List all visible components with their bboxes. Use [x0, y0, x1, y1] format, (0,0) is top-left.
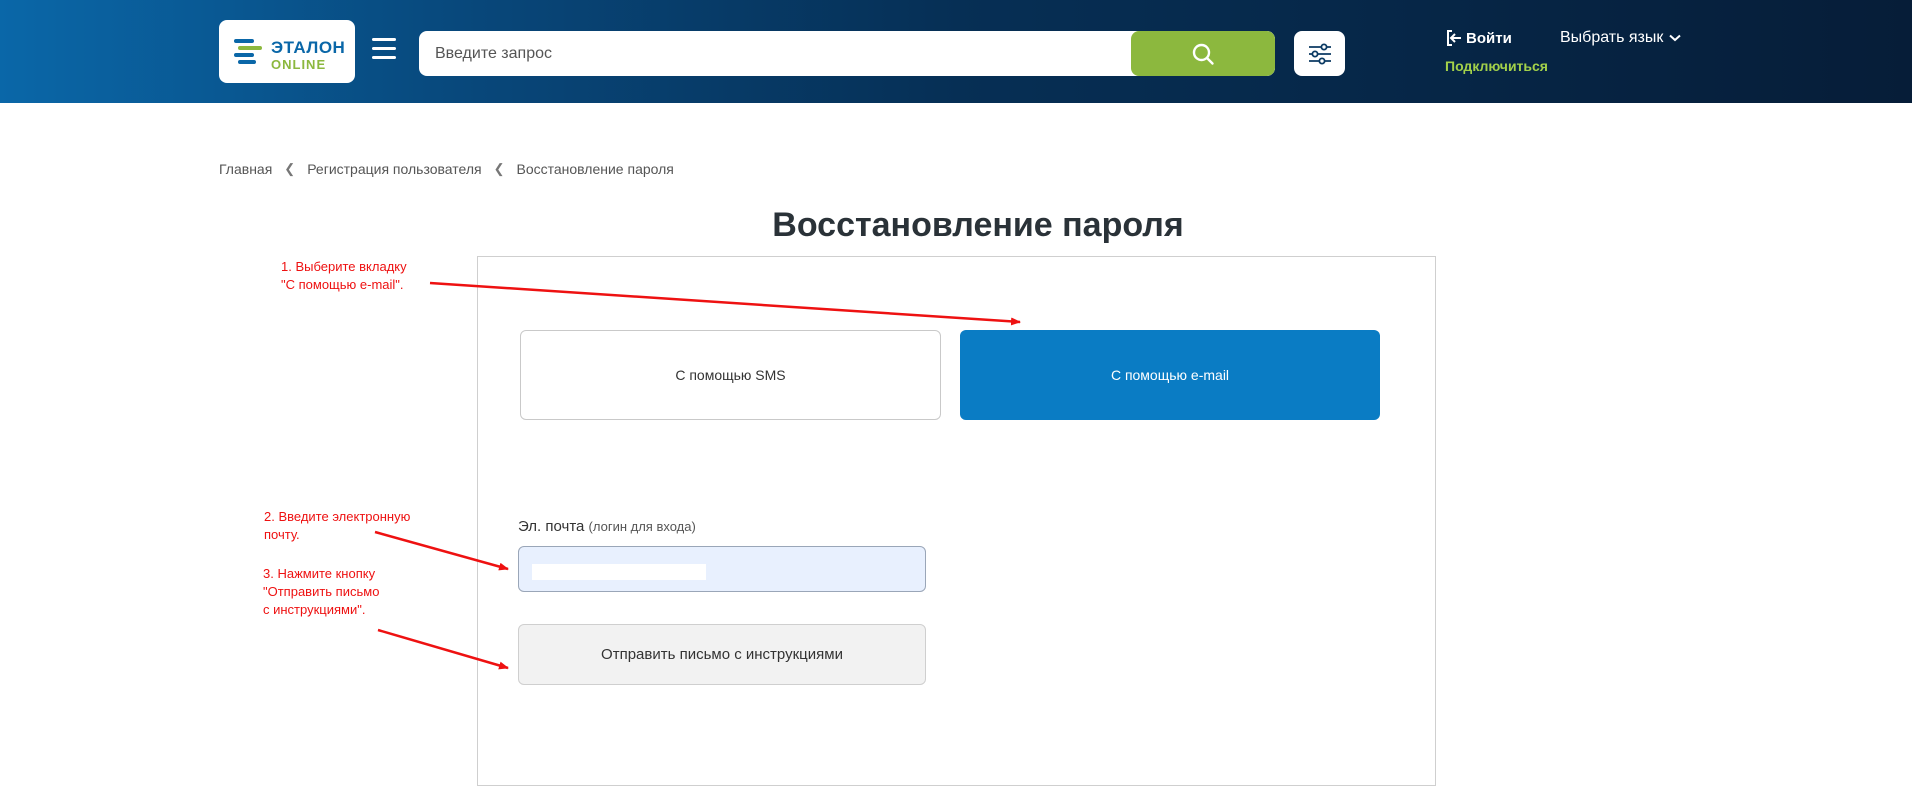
search-button[interactable]: [1131, 31, 1275, 76]
site-header: ЭТАЛОН ONLINE Войти Подкл: [0, 0, 1912, 103]
logo-subtitle: ONLINE: [271, 57, 327, 72]
breadcrumb: Главная ❮ Регистрация пользователя ❮ Вос…: [219, 161, 674, 177]
chevron-left-icon: ❮: [284, 161, 296, 176]
hamburger-icon[interactable]: [372, 38, 396, 60]
email-field[interactable]: [518, 546, 926, 592]
breadcrumb-home[interactable]: Главная: [219, 161, 272, 177]
tab-email[interactable]: С помощью e-mail: [960, 330, 1380, 420]
logo[interactable]: ЭТАЛОН ONLINE: [219, 20, 355, 83]
email-field-label: Эл. почта (логин для входа): [518, 518, 696, 535]
logo-title: ЭТАЛОН: [271, 38, 346, 57]
login-label: Войти: [1466, 29, 1512, 47]
email-label-text: Эл. почта: [518, 518, 585, 535]
sliders-icon: [1308, 43, 1331, 64]
login-arrow-icon: [1447, 30, 1461, 46]
logo-bars-icon: [234, 39, 262, 64]
chevron-down-icon: [1669, 34, 1682, 42]
annotation-step-3: 3. Нажмите кнопку "Отправить письмо с ин…: [263, 566, 380, 617]
breadcrumb-current: Восстановление пароля: [516, 161, 674, 177]
login-link[interactable]: Войти: [1445, 29, 1512, 47]
connect-link[interactable]: Подключиться: [1445, 58, 1548, 74]
breadcrumb-registration[interactable]: Регистрация пользователя: [307, 161, 481, 177]
annotation-step-1: 1. Выберите вкладку "С помощью e-mail".: [281, 259, 407, 292]
search-icon: [1192, 43, 1214, 65]
search-input[interactable]: [419, 31, 1151, 76]
filter-button[interactable]: [1294, 31, 1345, 76]
page-title: Восстановление пароля: [772, 206, 1184, 244]
annotation-step-2: 2. Введите электронную почту.: [264, 509, 411, 542]
send-instructions-button[interactable]: Отправить письмо с инструкциями: [518, 624, 926, 685]
email-label-hint: (логин для входа): [588, 519, 696, 534]
search-bar: [419, 31, 1275, 76]
tab-sms[interactable]: С помощью SMS: [520, 330, 941, 420]
email-redaction: [532, 564, 706, 580]
language-label: Выбрать язык: [1560, 29, 1664, 46]
language-selector[interactable]: Выбрать язык: [1560, 29, 1682, 47]
chevron-left-icon: ❮: [493, 161, 505, 176]
